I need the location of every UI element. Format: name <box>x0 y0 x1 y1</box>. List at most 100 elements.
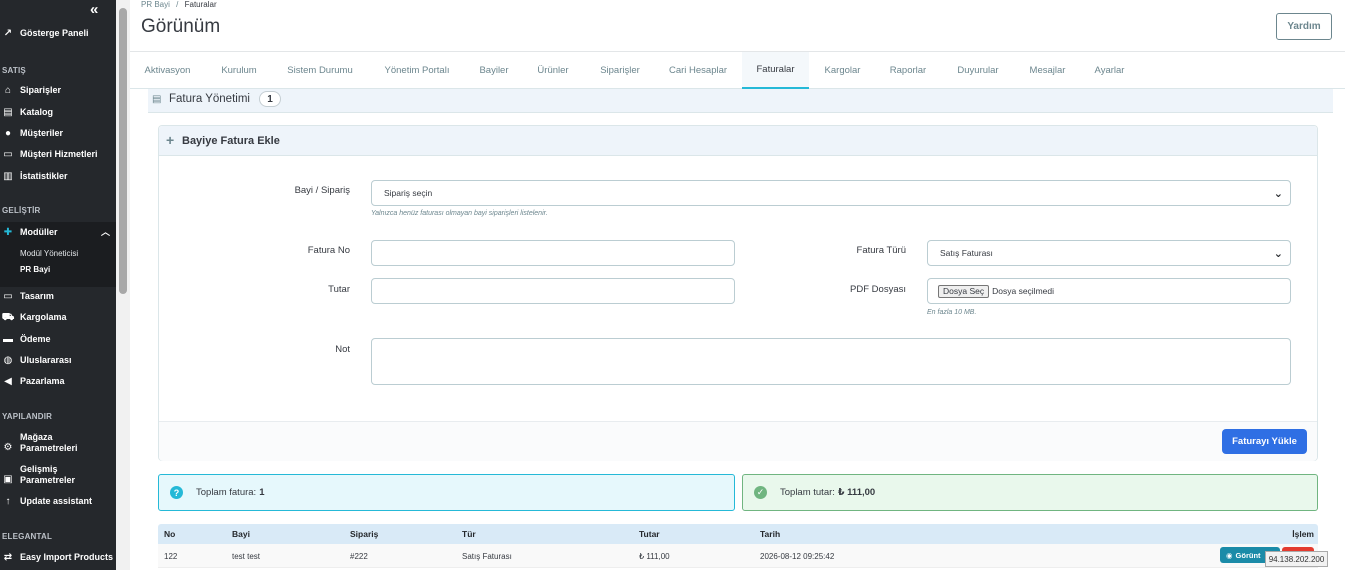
sidebar-item-label: Tasarım <box>20 291 54 301</box>
invoice-type-value: Satış Faturası <box>940 248 993 258</box>
sidebar-item-customers[interactable]: ● Müşteriler <box>0 128 116 139</box>
breadcrumb: PR Bayi / Faturalar <box>141 0 217 9</box>
invoice-type-select[interactable]: Satış Faturası ⌄ <box>927 240 1291 266</box>
cell-tutar: ₺ 111,00 <box>639 552 670 561</box>
total-amount-value: ₺ 111,00 <box>837 487 876 498</box>
sidebar-item-shipping[interactable]: ⛟ Kargolama <box>0 312 116 323</box>
tab-ayarlar[interactable]: Ayarlar <box>1085 52 1134 89</box>
amount-input[interactable] <box>371 278 735 304</box>
tab-raporlar[interactable]: Raporlar <box>880 52 936 89</box>
tab-aktivasyon[interactable]: Aktivasyon <box>134 52 201 89</box>
view-button-label: Görünt <box>1235 550 1261 560</box>
sidebar-item-advanced-params[interactable]: ▣ Gelişmiş Parametreler <box>0 464 116 486</box>
card-header: + Bayiye Fatura Ekle <box>159 126 1317 156</box>
invoice-no-input[interactable] <box>371 240 735 266</box>
basket-icon: ⌂ <box>4 85 12 96</box>
sidebar-item-customer-service[interactable]: ▭ Müşteri Hizmetleri <box>0 149 116 160</box>
scrollbar-thumb[interactable] <box>119 8 127 294</box>
sidebar-item-orders[interactable]: ⌂ Siparişler <box>0 85 116 96</box>
invoice-no-label: Fatura No <box>307 245 350 256</box>
column-header-tutar: Tutar <box>639 529 660 539</box>
tab-urunler[interactable]: Ürünler <box>527 52 579 89</box>
cell-tarih: 2026-08-12 09:25:42 <box>760 552 835 561</box>
invoice-type-label: Fatura Türü <box>856 245 906 256</box>
help-button[interactable]: Yardım <box>1276 13 1332 40</box>
sidebar-item-label: Kargolama <box>20 312 67 322</box>
total-invoice-stat: ? Toplam fatura: 1 <box>158 474 735 511</box>
sidebar-section-gelistir: GELİŞTİR <box>2 206 41 215</box>
breadcrumb-parent[interactable]: PR Bayi <box>141 0 170 9</box>
sidebar-item-update-assistant[interactable]: ↑ Update assistant <box>0 496 116 507</box>
page-title: Görünüm <box>141 16 221 37</box>
sidebar-item-label: Parametreler <box>20 475 76 485</box>
help-circle-icon: ? <box>170 486 183 499</box>
invoice-count-badge: 1 <box>259 91 281 107</box>
globe-icon: ◍ <box>3 355 13 366</box>
account-circle-icon: ● <box>4 128 12 139</box>
sidebar-item-label-wrap: Mağaza Parametreleri <box>20 432 78 454</box>
tab-faturalar[interactable]: Faturalar <box>742 52 809 89</box>
sidebar-subitem-pr-bayi[interactable]: PR Bayi <box>20 265 50 274</box>
tab-siparisler[interactable]: Siparişler <box>589 52 651 89</box>
tab-kargolar[interactable]: Kargolar <box>815 52 870 89</box>
sidebar-item-label: İstatistikler <box>20 171 68 181</box>
column-header-islem: İşlem <box>1292 529 1314 539</box>
order-select[interactable]: Sipariş seçin ⌄ <box>371 180 1291 206</box>
sidebar-item-design[interactable]: ▭ Tasarım <box>0 291 116 302</box>
swap-icon: ⇄ <box>3 552 13 563</box>
total-invoice-label: Toplam fatura: <box>196 487 257 498</box>
note-textarea[interactable] <box>371 338 1291 385</box>
cell-tur: Satış Faturası <box>462 552 512 561</box>
module-tabs: Aktivasyon Kurulum Sistem Durumu Yönetim… <box>130 51 1345 89</box>
sidebar-item-shop-params[interactable]: ⚙ Mağaza Parametreleri <box>0 432 116 454</box>
pdf-file-input[interactable]: Dosya Seç Dosya seçilmedi <box>927 278 1291 304</box>
tab-bayiler[interactable]: Bayiler <box>471 52 517 89</box>
chevron-down-icon: ⌄ <box>1273 188 1283 200</box>
truck-icon: ⛟ <box>1 312 15 323</box>
sidebar-item-international[interactable]: ◍ Uluslararası <box>0 355 116 366</box>
sidebar-item-label: Pazarlama <box>20 376 65 386</box>
upload-invoice-button[interactable]: Faturayı Yükle <box>1222 429 1307 454</box>
note-label: Not <box>335 344 350 355</box>
bar-chart-icon: ▥ <box>3 171 13 182</box>
collapse-sidebar-icon[interactable]: « <box>90 1 98 18</box>
sidebar-item-marketing[interactable]: ◀ Pazarlama <box>0 376 116 387</box>
breadcrumb-current: Faturalar <box>184 0 217 9</box>
file-choose-button[interactable]: Dosya Seç <box>938 284 990 298</box>
store-icon: ▤ <box>3 107 13 118</box>
sidebar-section-satis: SATIŞ <box>2 66 26 75</box>
sidebar-item-label: Ödeme <box>20 334 51 344</box>
pdf-file-hint: En fazla 10 MB. <box>927 309 977 316</box>
sidebar-item-payment[interactable]: ▬ Ödeme <box>0 334 116 345</box>
pdf-file-label: PDF Dosyası <box>850 284 906 295</box>
tab-duyurular[interactable]: Duyurular <box>946 52 1010 89</box>
sidebar-item-label: Mağaza <box>20 432 53 442</box>
sidebar-subitem-module-manager[interactable]: Modül Yöneticisi <box>20 249 78 258</box>
tab-yonetim-portali[interactable]: Yönetim Portalı <box>373 52 461 89</box>
sidebar-item-label: Update assistant <box>20 496 93 506</box>
order-select-label: Bayi / Sipariş <box>294 185 350 196</box>
tab-kurulum[interactable]: Kurulum <box>209 52 269 89</box>
credit-card-icon: ▬ <box>3 334 13 345</box>
tab-cari-hesaplar[interactable]: Cari Hesaplar <box>660 52 736 89</box>
sidebar-item-label: Modüller <box>20 227 58 237</box>
sidebar-item-modules[interactable]: ✚ Modüller ︿ <box>0 222 116 243</box>
settings-icon: ⚙ <box>3 442 13 453</box>
sidebar-item-easy-import[interactable]: ⇄ Easy Import Products <box>0 552 116 563</box>
invoice-panel-header: ▤ Fatura Yönetimi 1 <box>148 89 1333 113</box>
arrow-up-icon: ↑ <box>5 496 11 507</box>
breadcrumb-separator: / <box>176 0 179 9</box>
sidebar-item-label: Uluslararası <box>20 355 72 365</box>
total-amount-stat: ✓ Toplam tutar: ₺ 111,00 <box>742 474 1318 511</box>
check-circle-icon: ✓ <box>754 486 767 499</box>
amount-label: Tutar <box>328 284 350 295</box>
sidebar-item-dashboard[interactable]: ↗ Gösterge Paneli <box>0 28 116 39</box>
tab-mesajlar[interactable]: Mesajlar <box>1020 52 1075 89</box>
plus-icon: + <box>166 132 175 148</box>
tab-sistem-durumu[interactable]: Sistem Durumu <box>277 52 363 89</box>
sidebar-item-stats[interactable]: ▥ İstatistikler <box>0 171 116 182</box>
cell-siparis[interactable]: #222 <box>350 552 368 561</box>
sidebar-section-elegantal: ELEGANTAL <box>2 532 53 541</box>
sidebar-item-catalog[interactable]: ▤ Katalog <box>0 107 116 118</box>
chevron-down-icon: ⌄ <box>1273 248 1283 260</box>
